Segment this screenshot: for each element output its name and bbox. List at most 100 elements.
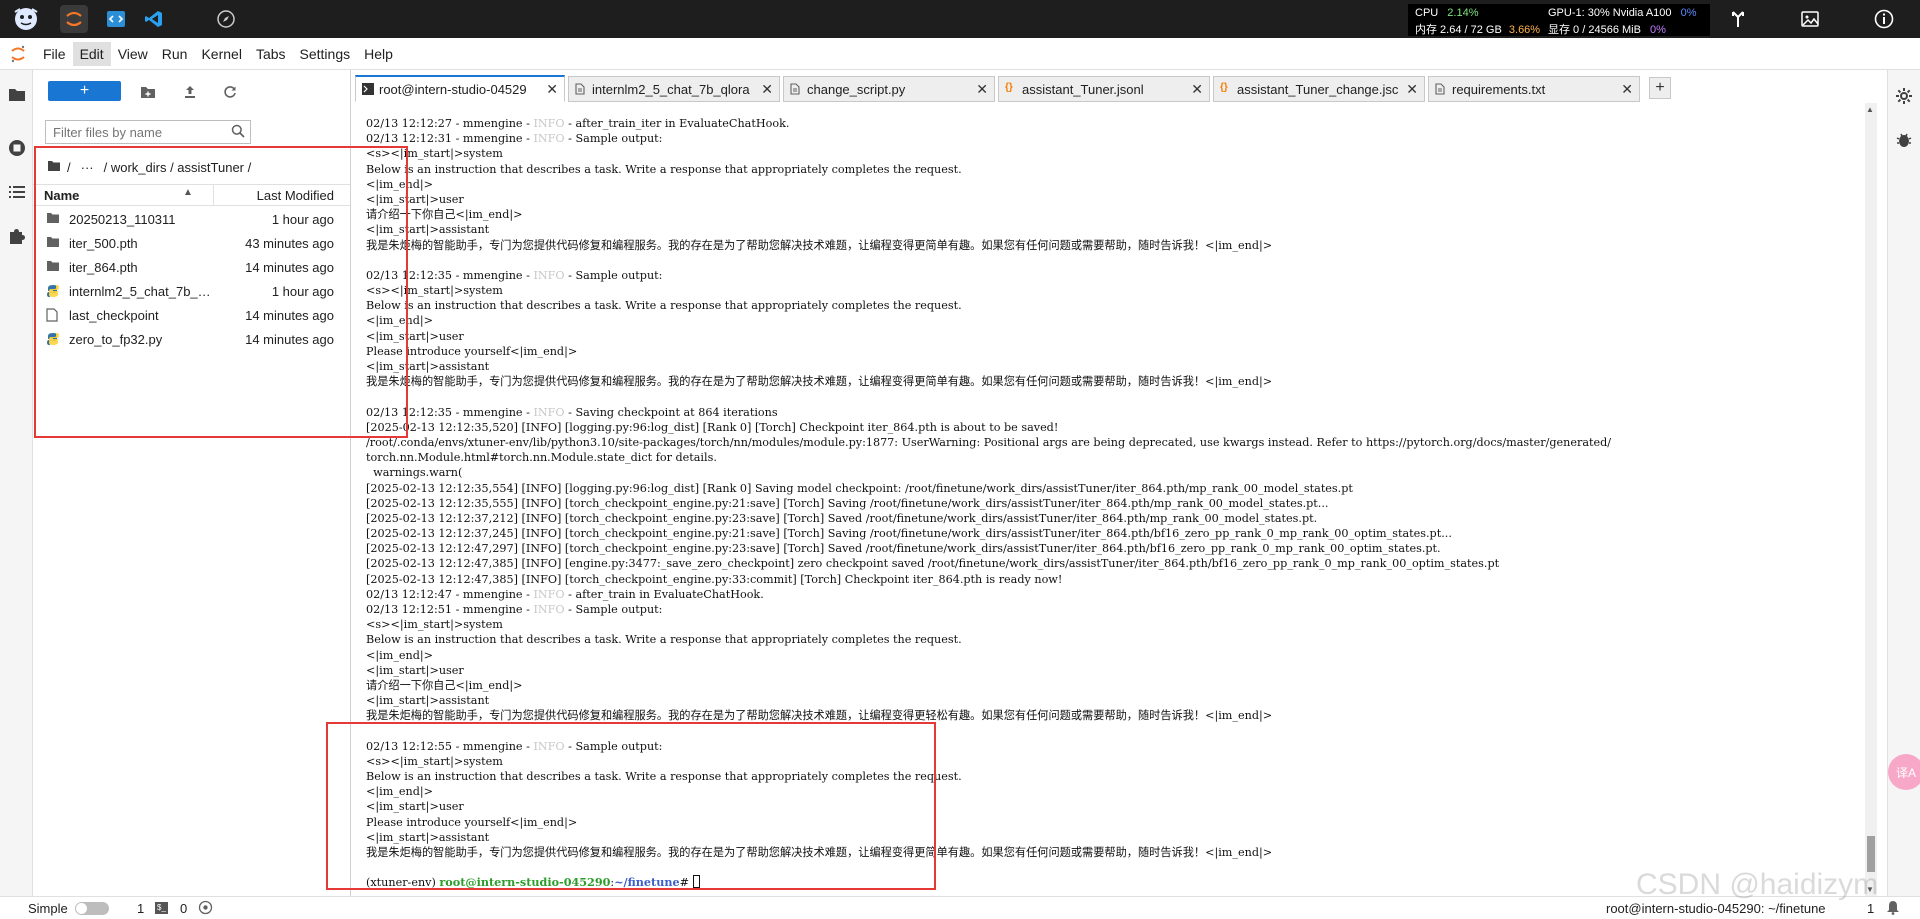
menu-settings[interactable]: Settings	[293, 42, 358, 66]
line-text: 请介绍一下你自己<|im_end|>	[366, 678, 523, 692]
simple-mode-toggle[interactable]	[75, 902, 109, 915]
menu-run[interactable]: Run	[155, 42, 195, 66]
line-text: 我是朱炬梅的智能助手，专门为您提供代码修复和编程服务。我的存在是为了帮助您解决技…	[366, 238, 1273, 252]
translate-icon[interactable]: 译A	[1888, 754, 1920, 790]
terminal-line: [2025-02-13 12:12:47,297] [INFO] [torch_…	[366, 541, 1611, 556]
bell-icon[interactable]	[1886, 900, 1900, 918]
highlight-box-terminal	[326, 722, 936, 890]
code-server-icon[interactable]	[102, 5, 130, 33]
menu-file[interactable]: File	[36, 42, 73, 66]
menu-view[interactable]: View	[111, 42, 155, 66]
kernel-status-icon[interactable]	[198, 900, 213, 918]
terminal-line: Below is an instruction that describes a…	[366, 162, 1611, 177]
extensions-puzzle-icon[interactable]	[5, 224, 29, 248]
tab-internlm-config[interactable]: internlm2_5_chat_7b_qlora ✕	[568, 76, 780, 102]
line-text: 02/13 12:12:51 - mmengine -	[366, 603, 534, 616]
top-app-bar: CPU 2.14% 内存 2.64 / 72 GB 3.66% GPU-1: 3…	[0, 0, 1920, 38]
terminal-line: 我是朱炬梅的智能助手，专门为您提供代码修复和编程服务。我的存在是为了帮助您解决技…	[366, 374, 1611, 389]
line-text: 我是朱炬梅的智能助手，专门为您提供代码修复和编程服务。我的存在是为了帮助您解决技…	[366, 709, 1273, 723]
fork-icon[interactable]	[1725, 6, 1751, 32]
line-text: [2025-02-13 12:12:35,554] [INFO] [loggin…	[366, 481, 1353, 495]
terminal-line: /root/.conda/envs/xtuner-env/lib/python3…	[366, 435, 1611, 450]
mem-value: 3.66%	[1508, 24, 1541, 36]
info-icon[interactable]	[1871, 6, 1897, 32]
refresh-icon[interactable]	[220, 82, 240, 102]
file-browser-folder-icon[interactable]	[5, 82, 29, 106]
close-icon[interactable]: ✕	[976, 81, 988, 98]
vram-value: 0%	[1650, 24, 1666, 36]
line-text: 02/13 12:12:31 - mmengine -	[366, 132, 534, 146]
tab-assistant-tuner-change[interactable]: {} assistant_Tuner_change.jsc ✕	[1213, 76, 1425, 102]
terminal-line: <|im_start|>assistant	[366, 359, 1611, 374]
line-text: /root/.conda/envs/xtuner-env/lib/python3…	[366, 435, 1612, 449]
new-launcher-button[interactable]: +	[48, 81, 121, 101]
left-activity-bar	[0, 70, 33, 896]
new-folder-icon[interactable]	[138, 82, 158, 102]
menu-bar: File Edit View Run Kernel Tabs Settings …	[0, 38, 1920, 70]
close-icon[interactable]: ✕	[1621, 81, 1633, 98]
scroll-up-icon[interactable]: ▲	[1866, 105, 1874, 114]
line-text: - Saving checkpoint at 864 iterations	[564, 405, 778, 419]
terminal-line: [2025-02-13 12:12:35,520] [INFO] [loggin…	[366, 420, 1611, 435]
notification-count: 1	[1867, 901, 1875, 916]
tab-assistant-tuner-jsonl[interactable]: {} assistant_Tuner.jsonl ✕	[998, 76, 1210, 102]
terminal-line: <|im_end|>	[366, 648, 1611, 663]
jupyter-logo-icon	[0, 38, 36, 70]
terminal-icon	[362, 83, 374, 95]
jupyter-app-icon[interactable]	[60, 5, 88, 33]
table-of-contents-icon[interactable]	[5, 180, 29, 204]
terminal-line: 02/13 12:12:47 - mmengine - INFO - after…	[366, 587, 1611, 602]
log-level-tag: INFO	[533, 268, 565, 282]
cpu-value: 2.14%	[1447, 7, 1479, 19]
menu-edit[interactable]: Edit	[72, 41, 111, 66]
upload-icon[interactable]	[180, 82, 200, 102]
close-icon[interactable]: ✕	[546, 81, 558, 98]
line-text: [2025-02-13 12:12:35,555] [INFO] [torch_…	[366, 496, 1329, 510]
tab-terminal[interactable]: root@intern-studio-04529 ✕	[355, 75, 565, 102]
terminal-line: <|im_start|>assistant	[366, 222, 1611, 237]
terminal-scrollbar[interactable]: ▲ ▼	[1865, 103, 1877, 896]
compass-icon[interactable]	[212, 5, 240, 33]
tab-label: internlm2_5_chat_7b_qlora	[592, 82, 750, 97]
terminal-line: 请介绍一下你自己<|im_end|>	[366, 207, 1611, 222]
tab-change-script[interactable]: change_script.py ✕	[783, 76, 995, 102]
line-text: - after_train in EvaluateChatHook.	[564, 587, 764, 601]
line-text: [2025-02-13 12:12:37,212] [INFO] [torch_…	[366, 511, 1318, 525]
gpu-label: GPU-1: 30% Nvidia A100	[1548, 7, 1672, 19]
gpu-stat: GPU-1: 30% Nvidia A100 0%	[1548, 7, 1696, 19]
terminal-count: 0	[180, 901, 188, 916]
menu-help[interactable]: Help	[357, 42, 400, 66]
terminal-line: 02/13 12:12:27 - mmengine - INFO - after…	[366, 116, 1611, 131]
debugger-bug-icon[interactable]	[1892, 128, 1916, 152]
simple-mode-label: Simple	[28, 901, 68, 916]
image-icon[interactable]	[1797, 6, 1823, 32]
vscode-icon[interactable]	[140, 5, 168, 33]
menu-kernel[interactable]: Kernel	[194, 42, 248, 66]
kernel-count: 1	[137, 901, 145, 916]
running-kernels-icon[interactable]	[5, 136, 29, 160]
terminal-line: <|im_end|>	[366, 177, 1611, 192]
line-text: <|im_start|>assistant	[366, 694, 490, 708]
close-icon[interactable]: ✕	[761, 81, 773, 98]
terminal-count-icon[interactable]: $_	[155, 902, 168, 914]
search-icon	[231, 124, 245, 141]
close-icon[interactable]: ✕	[1191, 81, 1203, 98]
property-inspector-gear-icon[interactable]	[1892, 84, 1916, 108]
add-tab-button[interactable]: +	[1649, 77, 1671, 99]
line-text: [2025-02-13 12:12:35,520] [INFO] [loggin…	[366, 420, 1059, 434]
terminal-line: <s><|im_start|>system	[366, 283, 1611, 298]
intern-studio-logo-icon[interactable]	[10, 5, 42, 33]
terminal-line: torch.nn.Module.html#torch.nn.Module.sta…	[366, 450, 1611, 465]
file-filter-input[interactable]	[46, 121, 221, 143]
terminal-line: Please introduce yourself<|im_end|>	[366, 344, 1611, 359]
tab-requirements[interactable]: requirements.txt ✕	[1428, 76, 1640, 102]
line-text: [2025-02-13 12:12:47,385] [INFO] [engine…	[366, 557, 1500, 571]
cpu-stat: CPU 2.14%	[1415, 7, 1479, 19]
menu-tabs[interactable]: Tabs	[249, 42, 293, 66]
tab-label: requirements.txt	[1452, 82, 1546, 97]
line-text: - Sample output:	[564, 132, 663, 146]
close-icon[interactable]: ✕	[1406, 81, 1418, 98]
scrollbar-thumb[interactable]	[1867, 836, 1875, 872]
gpu-value: 0%	[1680, 7, 1697, 19]
terminal-line: Below is an instruction that describes a…	[366, 632, 1611, 647]
